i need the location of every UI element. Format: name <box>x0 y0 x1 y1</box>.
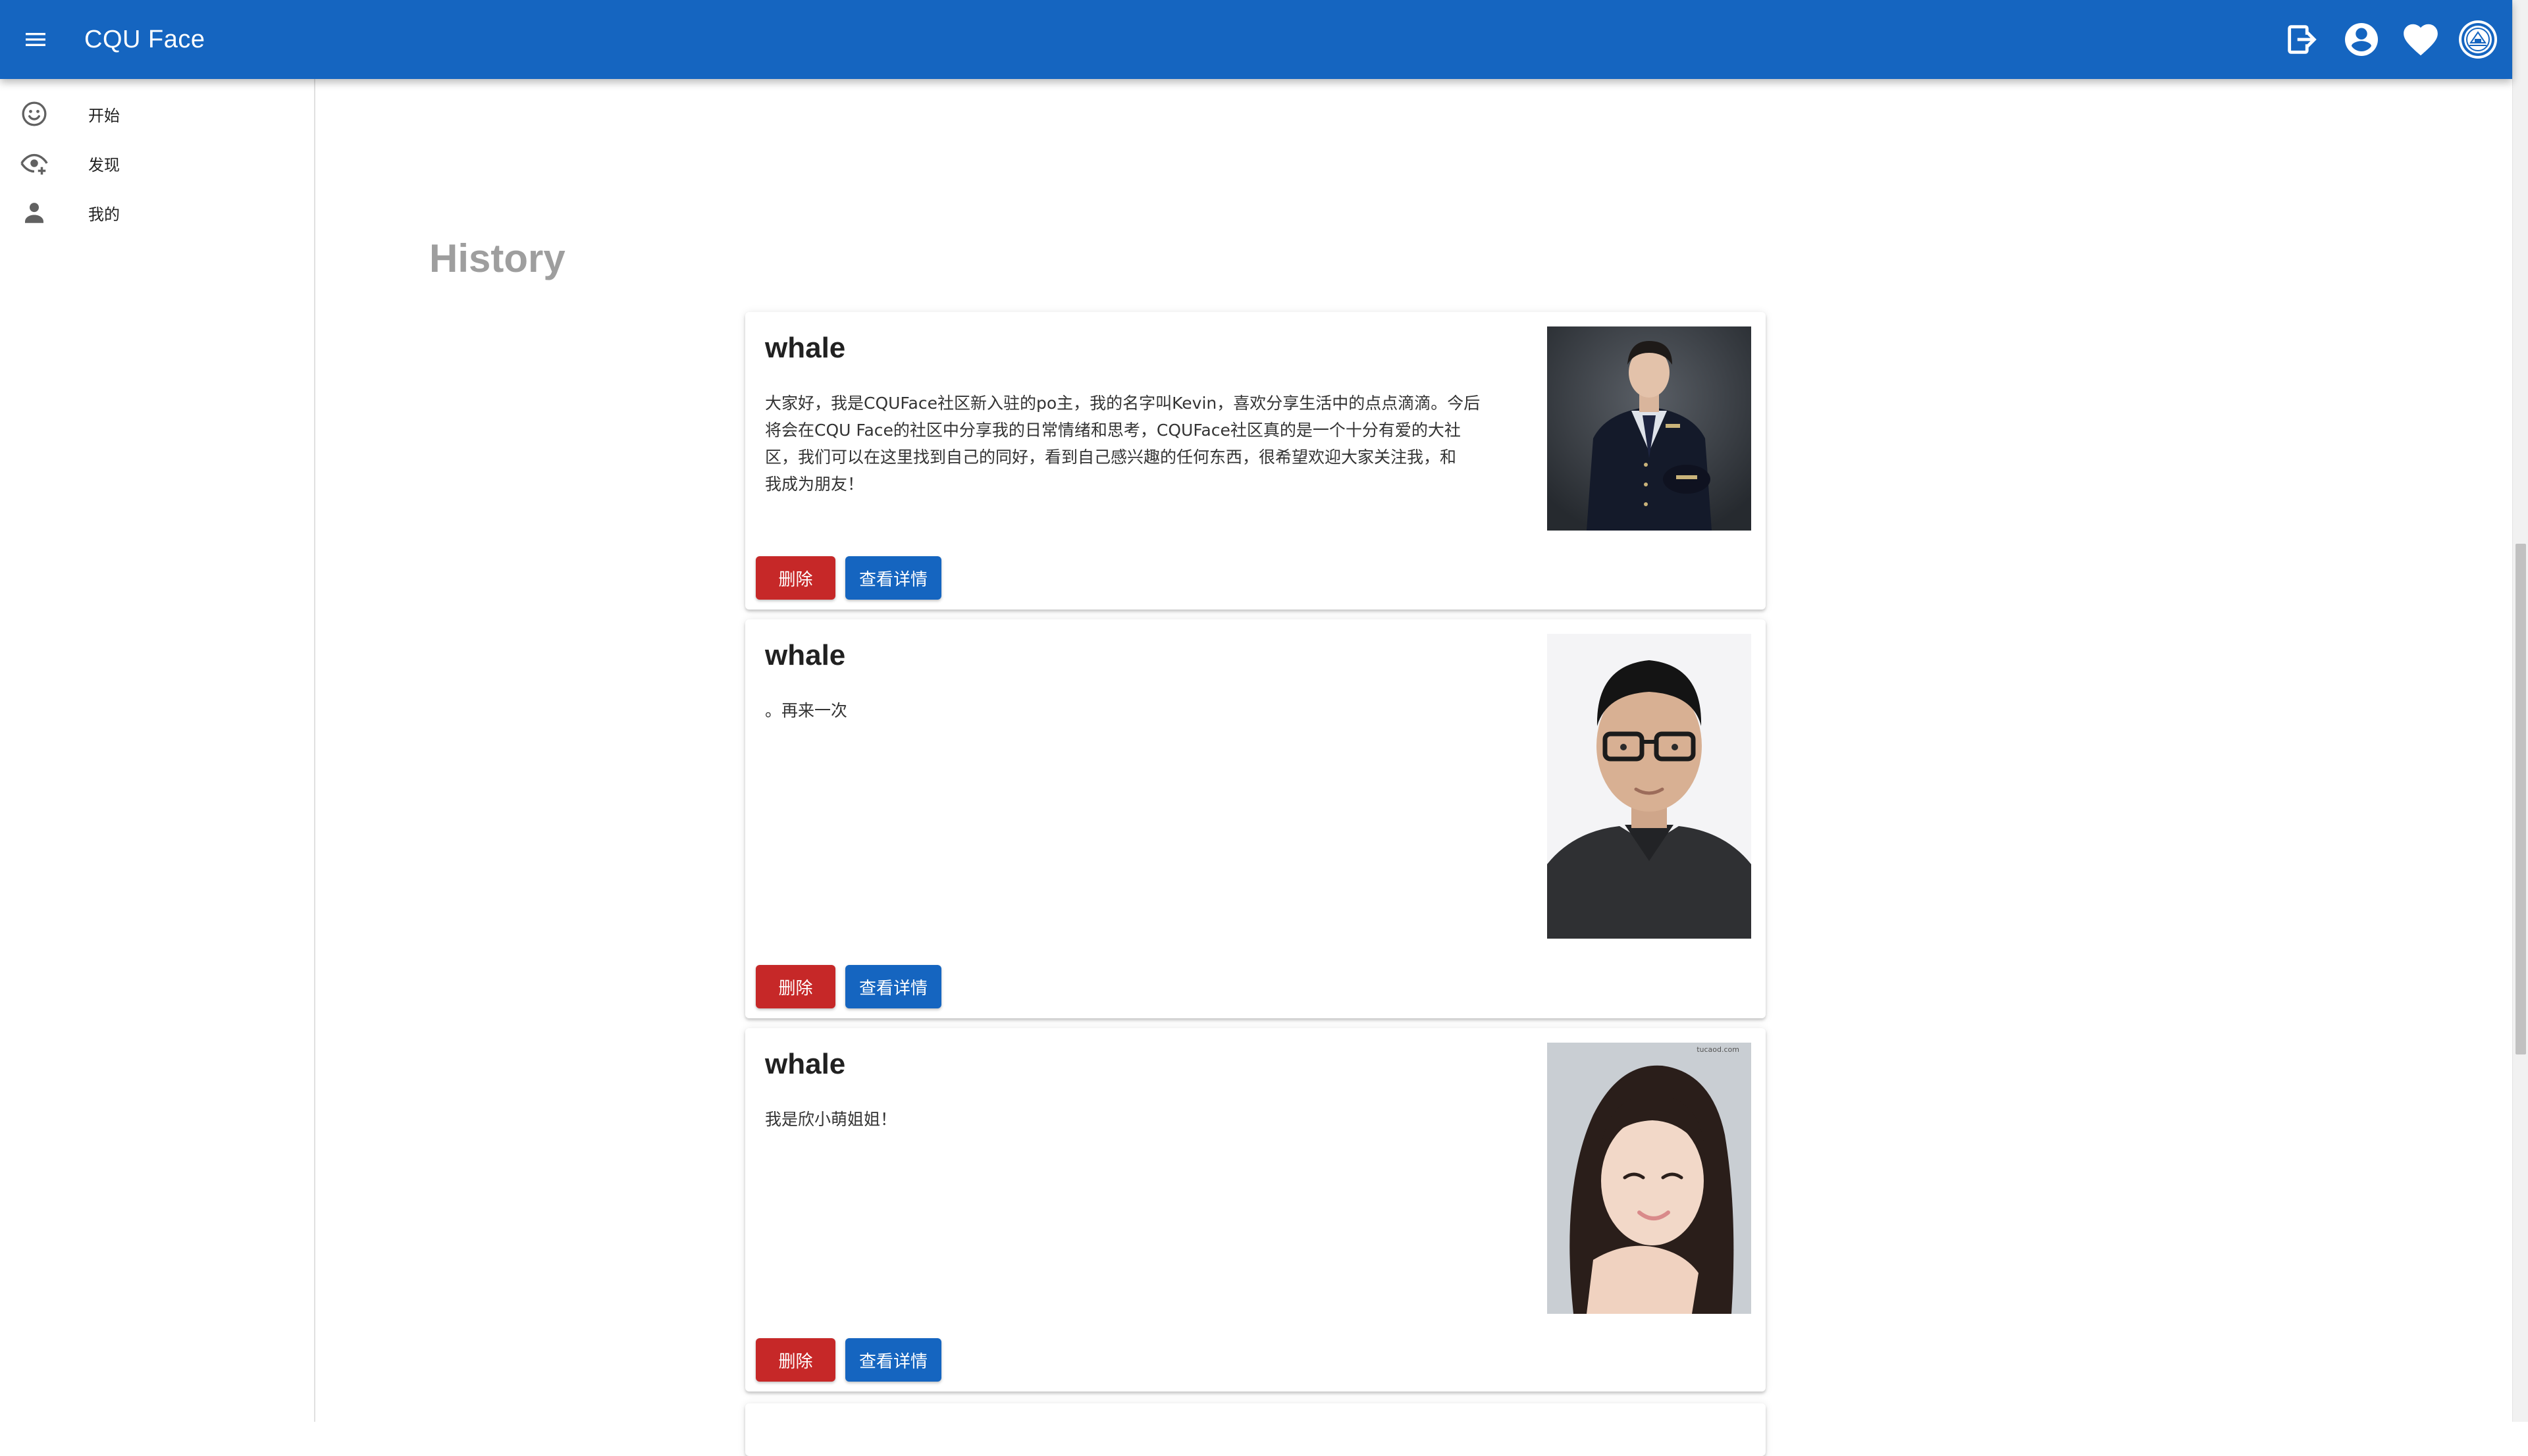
sidebar-item-label: 开始 <box>88 106 120 125</box>
sidebar-item-label: 发现 <box>88 155 120 174</box>
post-body: 我是欣小萌姐姐！ <box>765 1106 1522 1133</box>
post-photo <box>1547 326 1751 531</box>
scrollbar-thumb[interactable] <box>2515 544 2526 1054</box>
sidebar-item-mine[interactable]: 我的 <box>0 188 314 237</box>
photo-watermark: tucaod.com <box>1697 1045 1739 1054</box>
view-details-button[interactable]: 查看详情 <box>845 1338 941 1382</box>
delete-button[interactable]: 删除 <box>756 965 835 1008</box>
logout-button[interactable] <box>2280 18 2324 61</box>
university-logo-icon <box>2459 20 2497 59</box>
post-actions: 删除 查看详情 <box>756 965 941 1008</box>
logout-icon <box>2288 25 2317 54</box>
photo-woman-selfie: tucaod.com <box>1547 1043 1751 1314</box>
post-card: whale 大家好，我是CQUFace社区新入驻的po主，我的名字叫Kevin，… <box>745 312 1766 610</box>
post-body-line: 。再来一次 <box>765 701 848 720</box>
view-details-button[interactable]: 查看详情 <box>845 965 941 1008</box>
app-title: CQU Face <box>84 26 205 53</box>
post-body: 。再来一次 <box>765 697 1522 724</box>
delete-button[interactable]: 删除 <box>756 556 835 600</box>
sidebar-item-label: 我的 <box>88 205 120 224</box>
post-actions: 删除 查看详情 <box>756 556 941 600</box>
smiley-face-icon <box>18 98 50 130</box>
post-photo <box>1547 634 1751 939</box>
post-body-line: 区，我们可以在这里找到自己的同好，看到自己感兴趣的任何东西，很希望欢迎大家关注我… <box>765 448 1457 467</box>
post-photo: tucaod.com <box>1547 1043 1751 1314</box>
post-body-line: 我是欣小萌姐姐！ <box>765 1110 897 1129</box>
delete-button[interactable]: 删除 <box>756 1338 835 1382</box>
post-card-partial <box>745 1403 1766 1456</box>
menu-button[interactable] <box>16 20 55 59</box>
sidebar-item-discover[interactable]: 发现 <box>0 139 314 188</box>
view-details-button[interactable]: 查看详情 <box>845 556 941 600</box>
app-bar: CQU Face <box>0 0 2512 79</box>
favorites-button[interactable] <box>2399 18 2442 61</box>
post-card: whale 我是欣小萌姐姐！ tucaod.com 删除 查看详情 <box>745 1028 1766 1391</box>
account-button[interactable] <box>2340 18 2383 61</box>
post-body: 大家好，我是CQUFace社区新入驻的po主，我的名字叫Kevin，喜欢分享生活… <box>765 390 1522 498</box>
post-author: whale <box>765 332 846 364</box>
photo-man-with-glasses <box>1547 634 1751 939</box>
post-body-line: 将会在CQU Face的社区中分享我的日常情绪和思考，CQUFace社区真的是一… <box>765 421 1461 440</box>
post-actions: 删除 查看详情 <box>756 1338 941 1382</box>
section-title: History <box>429 236 566 280</box>
person-icon <box>18 197 50 228</box>
photo-man-in-uniform <box>1547 326 1751 531</box>
post-body-line: 我成为朋友！ <box>765 475 864 494</box>
post-author: whale <box>765 1048 846 1080</box>
sidebar: 开始 发现 我的 <box>0 79 315 1422</box>
hamburger-menu-icon <box>26 33 45 46</box>
post-card: whale 。再来一次 删除 查看详情 <box>745 619 1766 1018</box>
account-circle-icon <box>2345 23 2378 56</box>
heart-icon <box>2404 24 2438 56</box>
university-logo-button[interactable] <box>2456 18 2500 61</box>
post-author: whale <box>765 639 846 671</box>
post-body-line: 大家好，我是CQUFace社区新入驻的po主，我的名字叫Kevin，喜欢分享生活… <box>765 394 1481 413</box>
sidebar-item-start[interactable]: 开始 <box>0 90 314 138</box>
eye-plus-icon <box>18 147 50 179</box>
vertical-scrollbar[interactable] <box>2512 0 2528 1422</box>
